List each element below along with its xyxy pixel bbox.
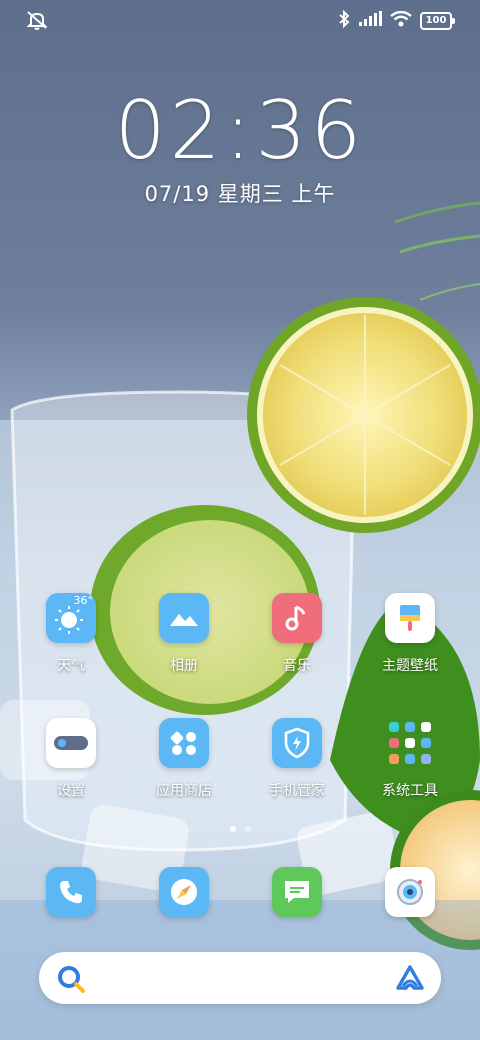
bluetooth-icon bbox=[338, 9, 350, 32]
app-label: 天气 bbox=[57, 658, 85, 674]
search-bar[interactable] bbox=[39, 952, 441, 1004]
page-indicator bbox=[0, 826, 480, 832]
page-dot-active[interactable] bbox=[229, 826, 236, 832]
battery-indicator: 100 bbox=[420, 12, 455, 30]
app-label: 主题壁纸 bbox=[382, 658, 438, 674]
camera-icon bbox=[385, 867, 435, 917]
security-shield-icon bbox=[272, 718, 322, 768]
app-settings[interactable]: 设置 bbox=[21, 718, 121, 800]
dock-browser[interactable] bbox=[134, 867, 234, 917]
settings-toggle-icon bbox=[46, 718, 96, 768]
app-folder-tools[interactable]: 系统工具 bbox=[360, 718, 460, 800]
app-themes[interactable]: 主题壁纸 bbox=[360, 593, 460, 675]
status-bar: 100 bbox=[0, 0, 480, 40]
dnd-bell-off-icon bbox=[26, 10, 48, 34]
app-music[interactable]: 音乐 bbox=[247, 593, 347, 675]
app-store-grid-icon bbox=[159, 718, 209, 768]
gallery-mountain-icon bbox=[159, 593, 209, 643]
signal-icon bbox=[358, 11, 382, 31]
theme-brush-icon bbox=[385, 593, 435, 643]
app-label: 相册 bbox=[170, 658, 198, 674]
search-input[interactable] bbox=[93, 962, 381, 996]
dock-phone[interactable] bbox=[21, 867, 121, 917]
assistant-icon[interactable] bbox=[395, 964, 425, 996]
search-icon[interactable] bbox=[55, 963, 87, 999]
message-icon bbox=[272, 867, 322, 917]
dock-camera[interactable] bbox=[360, 867, 460, 917]
weather-sun-icon: 36° bbox=[46, 593, 96, 643]
clock-time: 02:36 bbox=[114, 84, 366, 177]
app-security[interactable]: 手机管家 bbox=[247, 718, 347, 800]
app-label: 手机管家 bbox=[269, 783, 325, 799]
app-label: 设置 bbox=[57, 783, 85, 799]
app-label: 应用商店 bbox=[156, 783, 212, 799]
wifi-icon bbox=[390, 10, 412, 31]
app-weather[interactable]: 36° 天气 bbox=[21, 593, 121, 675]
music-note-icon bbox=[272, 593, 322, 643]
app-store[interactable]: 应用商店 bbox=[134, 718, 234, 800]
app-gallery[interactable]: 相册 bbox=[134, 593, 234, 675]
folder-icon bbox=[385, 718, 435, 768]
app-label: 音乐 bbox=[283, 658, 311, 674]
phone-icon bbox=[46, 867, 96, 917]
clock-date: 07/19 星期三 上午 bbox=[144, 182, 336, 206]
app-label: 系统工具 bbox=[382, 783, 438, 799]
weather-temp-badge: 36° bbox=[73, 594, 94, 607]
dock-messages[interactable] bbox=[247, 867, 347, 917]
page-dot[interactable] bbox=[244, 826, 251, 832]
browser-compass-icon bbox=[159, 867, 209, 917]
